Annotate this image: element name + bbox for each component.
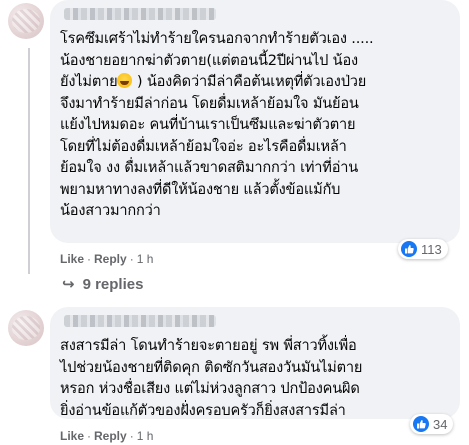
like-button[interactable]: Like [60,252,84,266]
reaction-count: 34 [433,416,448,432]
timestamp[interactable]: 1 h [137,429,154,443]
avatar[interactable] [8,310,44,346]
comment-bubble: สงสารมีล่า โดนทำร้ายจะตายอยู่ รพ พี่สาวท… [50,307,460,419]
author-name-redacted[interactable] [64,8,216,20]
timestamp[interactable]: 1 h [137,252,154,266]
thread-line [28,48,30,274]
separator-dot: · [129,429,134,443]
reaction-summary[interactable]: 34 [410,414,454,434]
comment-text: สงสารมีล่า โดนทำร้ายจะตายอยู่ รพ พี่สาวท… [60,337,363,419]
separator-dot: · [129,252,134,266]
like-button[interactable]: Like [60,429,84,443]
reaction-summary[interactable]: 113 [398,239,448,259]
laughing-emoji-icon [117,73,133,88]
comment-bubble: โรคซึมเศร้าไม่ทำร้ายใครนอกจากทำร้ายตัวเอ… [50,0,460,243]
separator-dot: · [87,429,92,443]
like-reaction-icon [401,241,417,257]
comment-text: โรคซึมเศร้าไม่ทำร้ายใครนอกจากทำร้ายตัวเอ… [60,30,374,219]
view-replies-button[interactable]: ↪ 9 replies [62,275,144,294]
reaction-count: 113 [421,241,442,257]
avatar[interactable] [8,3,44,39]
like-reaction-icon [413,416,429,432]
author-name-redacted[interactable] [64,315,216,327]
comment-actions: Like · Reply · 1 h [60,252,153,266]
separator-dot: · [87,252,92,266]
reply-arrow-icon: ↪ [62,276,75,293]
comment-actions: Like · Reply · 1 h [60,429,153,443]
replies-label: 9 replies [82,275,144,293]
reply-button[interactable]: Reply [94,252,127,266]
reply-button[interactable]: Reply [94,429,127,443]
